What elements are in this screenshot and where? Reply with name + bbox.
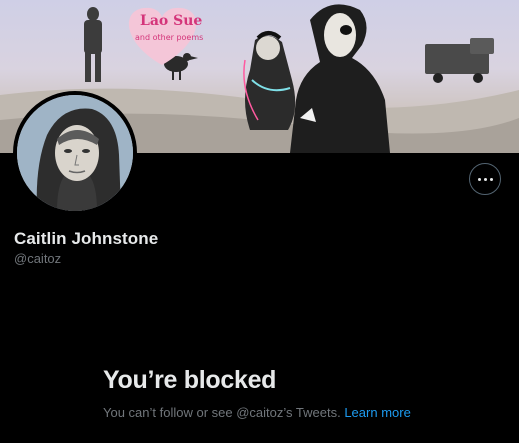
profile-handle: @caitoz [14, 251, 62, 266]
profile-display-name: Caitlin Johnstone [14, 229, 159, 248]
more-options-button[interactable] [469, 163, 501, 195]
more-horizontal-icon [477, 177, 493, 181]
blocked-title: You’re blocked [103, 366, 277, 394]
profile-avatar[interactable] [13, 91, 137, 215]
blocked-message-row: You can’t follow or see @caitoz’s Tweets… [103, 405, 411, 420]
banner-title-text: Lao Sue [140, 13, 202, 29]
avatar-image [17, 95, 133, 211]
learn-more-link[interactable]: Learn more [344, 405, 410, 420]
blocked-message: You can’t follow or see @caitoz’s Tweets… [103, 405, 341, 420]
banner-subtitle-text: and other poems [135, 33, 203, 42]
